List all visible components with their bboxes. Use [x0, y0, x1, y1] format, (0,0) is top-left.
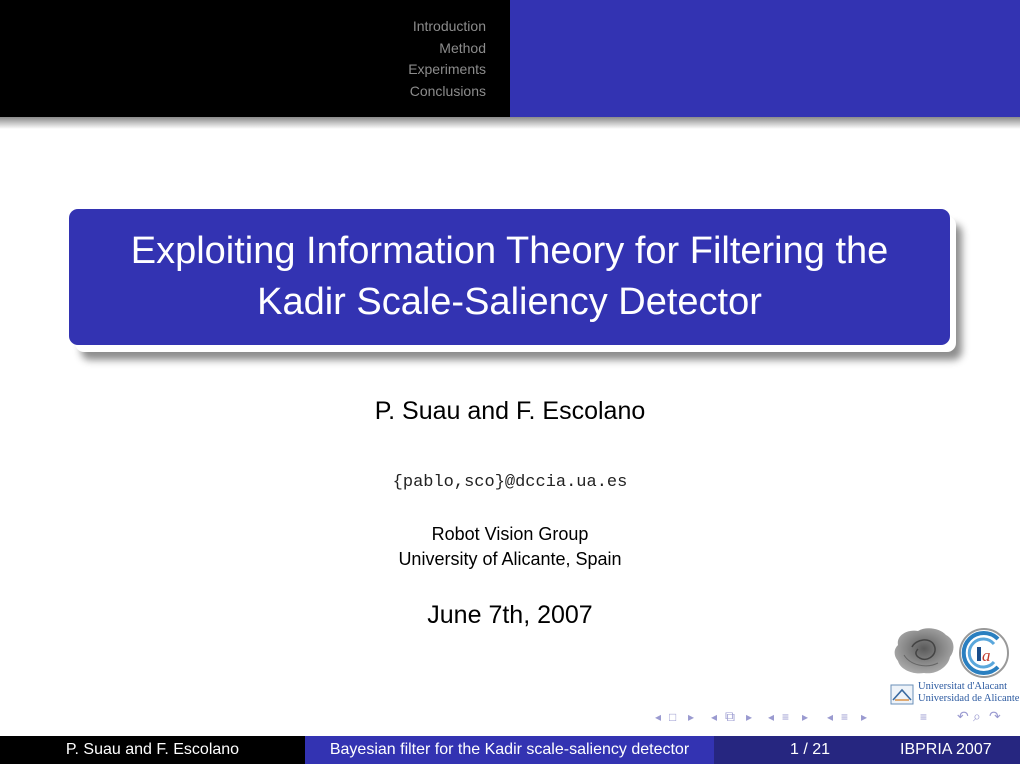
- footer-talk-title: Bayesian filter for the Kadir scale-sali…: [329, 741, 690, 758]
- footer-authors: P. Suau and F. Escolano: [65, 741, 240, 758]
- cia-logo-icon: a: [959, 628, 1009, 678]
- cia-logo-text: a: [982, 646, 991, 665]
- prev-subsection-arrow-icon[interactable]: ◂: [711, 710, 717, 724]
- next-section-arrow-icon[interactable]: ▸: [802, 710, 808, 724]
- title-line-1: Exploiting Information Theory for Filter…: [130, 230, 889, 272]
- conference-name: IBPRIA 2007: [900, 741, 992, 758]
- frame-icon[interactable]: □: [669, 710, 676, 724]
- next-subsection-arrow-icon[interactable]: ▸: [746, 710, 752, 724]
- footer-title-panel: Bayesian filter for the Kadir scale-sali…: [305, 736, 714, 764]
- ua-name-valencian: Universitat d'Alacant: [918, 681, 1008, 692]
- authors: P. Suau and F. Escolano: [374, 397, 646, 425]
- forward-icon[interactable]: ↷: [989, 708, 1001, 725]
- section-navigation: Introduction Method Experiments Conclusi…: [408, 16, 486, 102]
- slide-footer: P. Suau and F. Escolano Bayesian filter …: [0, 736, 1020, 764]
- slide-header: Introduction Method Experiments Conclusi…: [0, 0, 1020, 117]
- header-right-panel: [510, 0, 1020, 117]
- appendix-icon[interactable]: ≡: [920, 710, 927, 724]
- section-icon[interactable]: ≡: [782, 710, 789, 724]
- nav-method[interactable]: Method: [408, 38, 486, 60]
- title-line-2: Kadir Scale-Saliency Detector: [257, 281, 762, 323]
- university-alicante-logo: Universitat d'Alacant Universidad de Ali…: [890, 680, 1020, 708]
- ua-emblem-icon: [890, 684, 914, 705]
- nav-introduction[interactable]: Introduction: [408, 16, 486, 38]
- footer-info-panel: 1 / 21 IBPRIA 2007: [714, 736, 1020, 764]
- slide-title: Exploiting Information Theory for Filter…: [111, 226, 909, 328]
- subsection-frames-icon[interactable]: ⧉: [725, 708, 735, 725]
- header-shadow: [0, 117, 1020, 129]
- footer-authors-panel: P. Suau and F. Escolano: [0, 736, 305, 764]
- page-number: 1 / 21: [790, 741, 831, 758]
- document-icon[interactable]: ≡: [841, 710, 848, 724]
- presentation-date: June 7th, 2007: [427, 601, 593, 629]
- search-icon[interactable]: ⌕: [973, 708, 981, 725]
- nav-conclusions[interactable]: Conclusions: [408, 81, 486, 103]
- prev-section-arrow-icon[interactable]: ◂: [768, 710, 774, 724]
- rose-logo-icon: [894, 628, 954, 674]
- next-document-arrow-icon[interactable]: ▸: [861, 710, 867, 724]
- prev-document-arrow-icon[interactable]: ◂: [827, 710, 833, 724]
- back-icon[interactable]: ↶: [957, 708, 969, 725]
- header-left-panel: Introduction Method Experiments Conclusi…: [0, 0, 510, 117]
- ua-name-spanish: Universidad de Alicante: [918, 693, 1020, 704]
- prev-frame-arrow-icon[interactable]: ◂: [655, 710, 661, 724]
- next-frame-arrow-icon[interactable]: ▸: [688, 710, 694, 724]
- email: {pablo,sco}@dccia.ua.es: [392, 473, 628, 492]
- beamer-navigation-symbols: ◂ □ ▸ ◂ ⧉ ▸ ◂ ≡ ▸ ◂ ≡ ▸ ≡ ↶ ⌕ ↷: [655, 708, 1020, 728]
- institution: Robot Vision Group University of Alicant…: [0, 522, 1020, 572]
- institution-university: University of Alicante, Spain: [398, 549, 622, 569]
- title-box: Exploiting Information Theory for Filter…: [69, 209, 950, 345]
- ua-logo-text: Universitat d'Alacant Universidad de Ali…: [918, 681, 1019, 705]
- institution-group: Robot Vision Group: [431, 524, 589, 544]
- nav-experiments[interactable]: Experiments: [408, 59, 486, 81]
